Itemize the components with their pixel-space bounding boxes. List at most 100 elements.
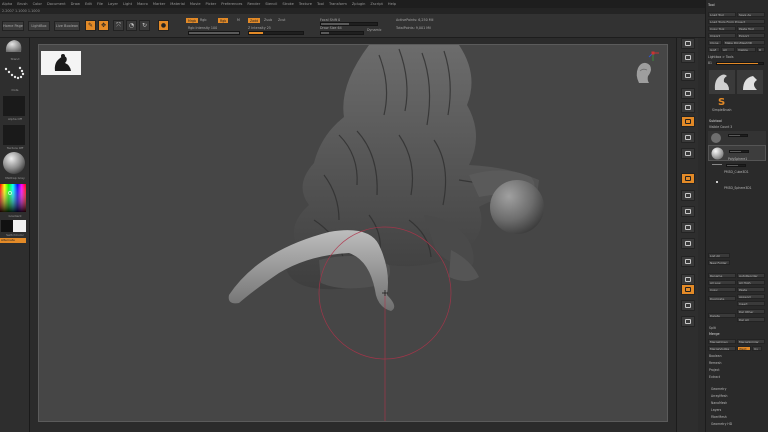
xyz-icon[interactable] bbox=[681, 173, 695, 184]
zcut-toggle[interactable]: Zcut bbox=[278, 18, 285, 22]
scale-icon[interactable]: ◔ bbox=[126, 20, 137, 31]
insert-button[interactable]: Insert bbox=[737, 301, 765, 306]
new-folder-button[interactable]: New Folder bbox=[708, 260, 730, 265]
rgb-chip[interactable]: Rgb bbox=[218, 18, 229, 23]
rotate-icon[interactable]: ↻ bbox=[139, 20, 150, 31]
merge-visible-button[interactable]: MergeVisible bbox=[708, 346, 736, 351]
stroke-thumbnail[interactable] bbox=[2, 63, 26, 87]
lightbox-tools-link[interactable]: Lightbox > Tools bbox=[708, 55, 734, 59]
persp-icon[interactable] bbox=[681, 116, 695, 127]
copy-tool-button[interactable]: Copy Tool bbox=[708, 26, 736, 31]
paste-button[interactable]: Paste bbox=[737, 287, 765, 292]
menu-item-draw[interactable]: Draw bbox=[71, 2, 80, 6]
geometry-hd-section[interactable]: Geometry HD bbox=[711, 422, 732, 426]
polyframe-icon[interactable] bbox=[681, 256, 695, 267]
menu-item-alpha[interactable]: Alpha bbox=[2, 2, 12, 6]
menu-item-transform[interactable]: Transform bbox=[329, 2, 347, 6]
xpose-icon[interactable] bbox=[681, 316, 695, 327]
remesh-section[interactable]: Remesh bbox=[709, 361, 721, 365]
duplicate-button[interactable]: Duplicate bbox=[708, 296, 736, 301]
spix-icon[interactable] bbox=[681, 52, 695, 63]
append-button[interactable]: Append bbox=[737, 294, 765, 299]
switch-color-label[interactable]: SwitchColor bbox=[1, 233, 29, 237]
subtool-opacity-slider[interactable] bbox=[728, 134, 748, 137]
r-button[interactable]: R bbox=[757, 47, 765, 52]
material-sphere-icon[interactable]: ● bbox=[158, 20, 169, 31]
lightbox-button[interactable]: LightBox bbox=[28, 21, 50, 31]
all-low-button[interactable]: All Low bbox=[708, 280, 736, 285]
menu-item-macro[interactable]: Macro bbox=[137, 2, 148, 6]
zsub-toggle[interactable]: Zsub bbox=[264, 18, 272, 22]
load-tools-from-project-button[interactable]: Load Tools From Project bbox=[708, 19, 765, 24]
export-button[interactable]: Export bbox=[737, 33, 765, 38]
edit-mode-icon[interactable]: ✎ bbox=[85, 20, 96, 31]
live-boolean-button[interactable]: Live Boolean bbox=[54, 21, 80, 31]
frame-icon[interactable] bbox=[681, 190, 695, 201]
clone-button[interactable]: Clone bbox=[708, 40, 722, 45]
menu-item-help[interactable]: Help bbox=[388, 2, 396, 6]
menu-item-color[interactable]: Color bbox=[33, 2, 42, 6]
geometry-section[interactable]: Geometry bbox=[711, 387, 726, 391]
menu-item-brush[interactable]: Brush bbox=[17, 2, 27, 6]
subtool-opacity-slider[interactable] bbox=[729, 150, 749, 153]
uv-button[interactable]: Uv bbox=[752, 346, 762, 351]
merge-down-button[interactable]: MergeDown bbox=[708, 339, 736, 344]
menu-item-marker[interactable]: Marker bbox=[153, 2, 165, 6]
all-button[interactable]: All bbox=[721, 47, 735, 52]
menu-item-picker[interactable]: Picker bbox=[206, 2, 217, 6]
goz-button[interactable]: GoZ bbox=[708, 47, 720, 52]
nanomesh-section[interactable]: NanoMesh bbox=[711, 401, 727, 405]
split-section[interactable]: Split bbox=[709, 326, 716, 330]
scale-view-icon[interactable] bbox=[681, 222, 695, 233]
rgb-toggle[interactable]: Rgb bbox=[200, 18, 206, 22]
fibermesh-section[interactable]: FiberMesh bbox=[711, 415, 727, 419]
z-intensity-slider[interactable] bbox=[248, 31, 304, 35]
floor-icon[interactable] bbox=[681, 132, 695, 143]
zoom-icon[interactable] bbox=[681, 88, 695, 99]
list-all-button[interactable]: List All bbox=[708, 253, 730, 258]
del-all-button[interactable]: Del All bbox=[737, 317, 765, 322]
alternate-button[interactable]: Alternate bbox=[0, 238, 26, 243]
scroll-icon[interactable] bbox=[681, 70, 695, 81]
bpr-icon[interactable] bbox=[681, 38, 695, 49]
rename-button[interactable]: Rename bbox=[708, 273, 736, 278]
menu-item-material[interactable]: Material bbox=[170, 2, 185, 6]
m-toggle[interactable]: M bbox=[237, 18, 240, 22]
alpha-thumbnail[interactable] bbox=[3, 96, 25, 116]
draw-size-slider[interactable] bbox=[320, 31, 364, 35]
autoreorder-button[interactable]: AutoReorder bbox=[737, 273, 765, 278]
merge-similar-button[interactable]: MergeSimilar bbox=[737, 339, 765, 344]
material-thumbnail[interactable] bbox=[2, 151, 26, 175]
viewport-canvas[interactable] bbox=[38, 44, 668, 422]
eye-icon[interactable] bbox=[716, 181, 718, 183]
rgb-intensity-slider[interactable] bbox=[188, 31, 240, 35]
subtool-row[interactable] bbox=[708, 131, 766, 145]
menu-item-edit[interactable]: Edit bbox=[85, 2, 92, 6]
import-button[interactable]: Import bbox=[708, 33, 736, 38]
menu-item-document[interactable]: Document bbox=[47, 2, 66, 6]
dynamic-toggle[interactable]: Dynamic bbox=[367, 28, 382, 32]
paste-tool-button[interactable]: Paste Tool bbox=[737, 26, 765, 31]
menu-item-file[interactable]: File bbox=[97, 2, 103, 6]
actual-size-icon[interactable] bbox=[681, 102, 695, 113]
project-section[interactable]: Project bbox=[709, 368, 720, 372]
texture-thumbnail[interactable] bbox=[3, 125, 25, 145]
sculpt-scene[interactable] bbox=[39, 45, 668, 422]
boolean-section[interactable]: Boolean bbox=[709, 354, 722, 358]
color-picker[interactable] bbox=[0, 184, 26, 212]
ghost-icon[interactable] bbox=[681, 284, 695, 295]
subtool-header[interactable]: Subtool bbox=[709, 119, 722, 123]
draw-mode-icon[interactable]: ✥ bbox=[98, 20, 109, 31]
solo-icon[interactable] bbox=[681, 300, 695, 311]
all-high-button[interactable]: All High bbox=[737, 280, 765, 285]
zadd-toggle[interactable]: Zadd bbox=[248, 18, 261, 23]
current-tool-thumbnail[interactable] bbox=[709, 70, 735, 94]
menu-item-light[interactable]: Light bbox=[123, 2, 132, 6]
home-page-button[interactable]: Home Page bbox=[2, 21, 24, 31]
make-polymesh-button[interactable]: Make PolyMesh3D bbox=[723, 40, 765, 45]
move-icon[interactable]: ⤧ bbox=[113, 20, 124, 31]
menu-item-stroke[interactable]: Stroke bbox=[282, 2, 293, 6]
del-other-button[interactable]: Del Other bbox=[737, 309, 765, 314]
brush-thumbnail[interactable] bbox=[2, 38, 26, 56]
secondary-color-swatch[interactable] bbox=[13, 220, 26, 232]
